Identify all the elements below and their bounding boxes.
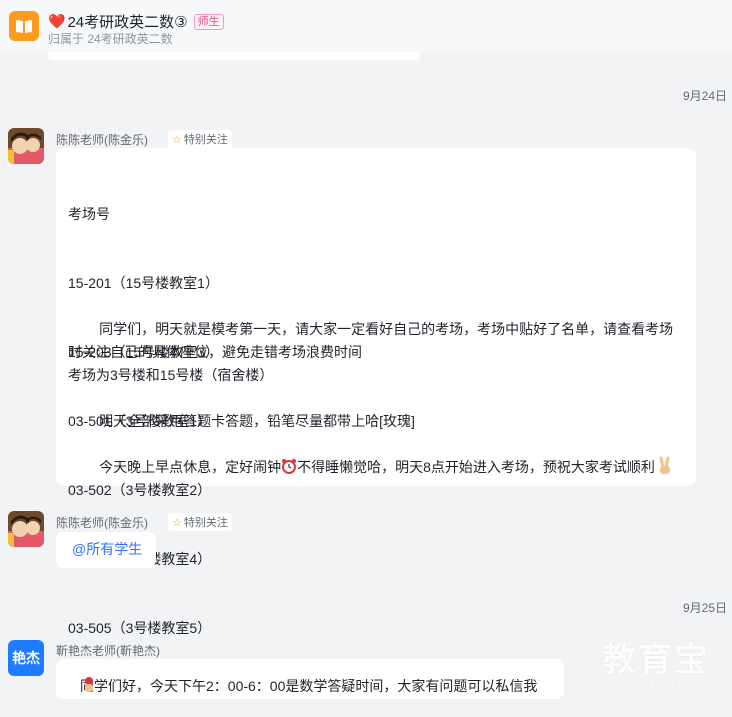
special-follow-tag: ☆ 特别关注 [168, 130, 232, 148]
list-item: 考场号 [68, 206, 110, 222]
victory-hand-icon [655, 456, 675, 476]
sender-row: 陈陈老师(陈金乐) ☆ 特别关注 [56, 513, 232, 531]
list-item: 15-201（15号楼教室1） [68, 275, 219, 291]
watermark-logo: 教育宝 [602, 641, 710, 679]
follow-label: 特别关注 [183, 134, 228, 146]
list-item: 03-505（3号楼教室5） [68, 620, 212, 636]
group-type-badge: 师生 [193, 13, 224, 30]
rose-hand-icon [80, 675, 98, 693]
message-paragraph: 同学们，明天就是模考第一天，请大家一定看好自己的考场，考场中贴好了名单，请查看考… [68, 321, 674, 360]
star-icon: ☆ [172, 133, 182, 146]
message-bubble[interactable]: 同学们好，今天下午2：00-6：00是数学答疑时间，大家有问题可以私信我 [56, 659, 564, 699]
group-title-row[interactable]: ❤️ 24考研政英二数③ 师生 [48, 11, 224, 32]
watermark-url: JIAOYUBAO.CN [609, 680, 703, 692]
chat-header: ❤️ 24考研政英二数③ 师生 归属于 24考研政英二数 [0, 0, 732, 52]
message-bubble[interactable]: 考场号 15-201（15号楼教室1） 15-203（15号楼教室3） 03-5… [56, 148, 696, 636]
message-bubble[interactable]: @所有学生 [56, 532, 156, 568]
avatar[interactable]: 艳杰 [8, 640, 44, 676]
message-text: 不得睡懒觉哈，明天8点开始进入考场，预祝大家考试顺利 [297, 459, 655, 475]
star-icon: ☆ [172, 516, 182, 529]
heart-icon: ❤️ [48, 13, 66, 29]
sender-row: 陈陈老师(陈金乐) ☆ 特别关注 [56, 130, 232, 148]
alarm-clock-icon [281, 458, 297, 474]
special-follow-tag: ☆ 特别关注 [168, 513, 232, 531]
mention-all-link[interactable]: @所有学生 [72, 538, 142, 561]
message-paragraph: 明天全部采用答题卡答题，铅笔尽量都带上哈[玫瑰] [68, 413, 415, 429]
book-icon[interactable] [9, 11, 39, 41]
group-subtitle: 归属于 24考研政英二数 [48, 32, 173, 46]
message-text: 今天晚上早点休息，定好闹钟 [68, 459, 282, 475]
follow-label: 特别关注 [183, 517, 228, 529]
group-title[interactable]: 24考研政英二数③ [67, 11, 187, 32]
previous-message-edge [48, 52, 420, 60]
avatar[interactable] [8, 128, 44, 164]
sender-row: 靳艳杰老师(靳艳杰) [56, 642, 160, 659]
watermark: 教育宝 JIAOYUBAO.CN [602, 640, 710, 692]
date-divider: 9月25日 [682, 601, 727, 615]
date-divider: 9月24日 [682, 89, 727, 103]
avatar[interactable] [8, 511, 44, 547]
sender-name[interactable]: 陈陈老师(陈金乐) [56, 514, 148, 531]
sender-name[interactable]: 靳艳杰老师(靳艳杰) [56, 642, 160, 659]
message-paragraph: 今天晚上早点休息，定好闹钟 不得睡懒觉哈，明天8点开始进入考场，预祝大家考试顺利 [68, 456, 686, 479]
message-paragraph: 考场为3号楼和15号楼（宿舍楼） [68, 367, 274, 383]
message-text-content: 同学们好，今天下午2：00-6：00是数学答疑时间，大家有问题可以私信我 [80, 678, 538, 694]
list-item: 03-502（3号楼教室2） [68, 482, 212, 498]
sender-name[interactable]: 陈陈老师(陈金乐) [56, 131, 148, 148]
